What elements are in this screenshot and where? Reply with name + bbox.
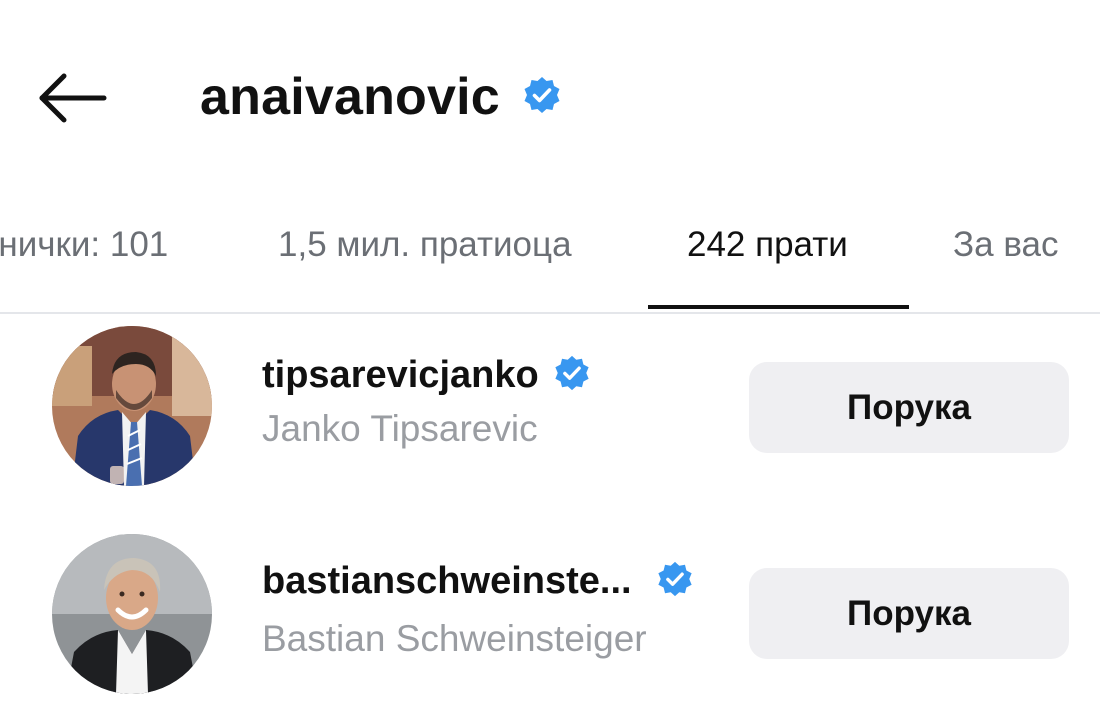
tab-following[interactable]: 242 прати <box>687 225 848 265</box>
back-button[interactable] <box>36 70 108 126</box>
arrow-left-icon <box>39 73 107 123</box>
tab-followers[interactable]: 1,5 мил. пратиоца <box>278 225 572 265</box>
message-button[interactable]: Порука <box>749 362 1069 453</box>
active-tab-indicator <box>648 305 909 309</box>
message-button[interactable]: Порука <box>749 568 1069 659</box>
full-name: Janko Tipsarevic <box>262 408 538 449</box>
tabs-divider <box>0 312 1100 314</box>
username-line: bastianschweinste... <box>262 560 694 603</box>
avatar[interactable] <box>52 326 212 486</box>
username-line: tipsarevicjanko <box>262 354 591 397</box>
verified-badge-icon <box>553 354 591 397</box>
full-name: Bastian Schweinsteiger <box>262 618 647 659</box>
username[interactable]: bastianschweinste... <box>262 560 632 603</box>
follow-tabs: днички: 101 1,5 мил. пратиоца 242 прати … <box>0 195 1100 315</box>
tab-mutual-followers[interactable]: днички: 101 <box>0 225 168 265</box>
verified-badge-icon <box>656 560 694 603</box>
list-item[interactable]: tipsarevicjanko Janko Tipsarevic Порука <box>0 320 1100 500</box>
avatar[interactable] <box>52 534 212 694</box>
username[interactable]: tipsarevicjanko <box>262 354 539 397</box>
tab-for-you[interactable]: За вас <box>953 225 1059 265</box>
list-item[interactable]: bastianschweinste... Bastian Schweinstei… <box>0 528 1100 708</box>
profile-header: anaivanovic <box>0 0 1100 190</box>
profile-photo-smiling-man <box>52 534 212 694</box>
profile-title: anaivanovic <box>200 62 562 132</box>
profile-photo-man-in-suit <box>52 326 212 486</box>
verified-badge-icon <box>522 75 562 120</box>
profile-username: anaivanovic <box>200 68 500 126</box>
